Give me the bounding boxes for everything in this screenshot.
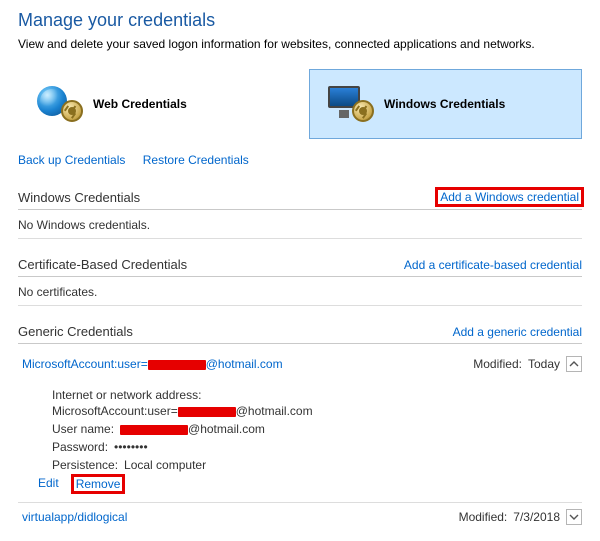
backup-credentials-link[interactable]: Back up Credentials: [18, 153, 125, 167]
msa-name-suffix: @hotmail.com: [206, 357, 283, 371]
redacted-text: [178, 407, 236, 417]
credential-details-msa: Internet or network address: MicrosoftAc…: [18, 378, 582, 503]
add-generic-credential-link[interactable]: Add a generic credential: [453, 325, 582, 339]
cert-empty-message: No certificates.: [18, 277, 582, 306]
globe-vault-icon: [35, 86, 83, 122]
addr-suffix: @hotmail.com: [236, 404, 313, 418]
persistence-value: Local computer: [124, 458, 206, 472]
collapse-button[interactable]: [566, 356, 582, 372]
add-cert-credential-link[interactable]: Add a certificate-based credential: [404, 258, 582, 272]
credential-name-msa[interactable]: MicrosoftAccount:user= @hotmail.com: [22, 357, 283, 371]
add-windows-credential-link[interactable]: Add a Windows credential: [437, 189, 582, 205]
credential-name-virtualapp[interactable]: virtualapp/didlogical: [22, 510, 127, 524]
credential-modified-virtualapp: Modified: 7/3/2018: [459, 509, 582, 525]
msa-name-prefix: MicrosoftAccount:user=: [22, 357, 148, 371]
modified-value: Today: [528, 357, 560, 371]
generic-section-header: Generic Credentials Add a generic creden…: [18, 324, 582, 344]
password-label: Password:: [52, 440, 108, 454]
addr-value: MicrosoftAccount:user= @hotmail.com: [52, 404, 313, 418]
username-value: @hotmail.com: [120, 422, 265, 436]
redacted-text: [148, 360, 206, 370]
remove-credential-link[interactable]: Remove: [73, 476, 124, 492]
persistence-label: Persistence:: [52, 458, 118, 472]
windows-section-header: Windows Credentials Add a Windows creden…: [18, 189, 582, 210]
windows-credentials-label: Windows Credentials: [384, 97, 505, 111]
cert-section-header: Certificate-Based Credentials Add a cert…: [18, 257, 582, 277]
addr-label: Internet or network address:: [52, 388, 201, 402]
page-title: Manage your credentials: [18, 10, 582, 31]
expand-button[interactable]: [566, 509, 582, 525]
cert-section-title: Certificate-Based Credentials: [18, 257, 187, 272]
user-suffix: @hotmail.com: [188, 422, 265, 436]
modified-label: Modified:: [459, 510, 508, 524]
chevron-down-icon: [569, 512, 579, 522]
credential-entry-virtualapp[interactable]: virtualapp/didlogical Modified: 7/3/2018: [18, 503, 582, 531]
password-value: ••••••••: [114, 440, 148, 454]
backup-restore-links: Back up Credentials Restore Credentials: [18, 153, 582, 167]
edit-credential-link[interactable]: Edit: [38, 476, 59, 492]
redacted-text: [120, 425, 188, 435]
credential-entry-msa[interactable]: MicrosoftAccount:user= @hotmail.com Modif…: [18, 350, 582, 378]
chevron-up-icon: [569, 359, 579, 369]
credential-modified-msa: Modified: Today: [473, 356, 582, 372]
modified-value: 7/3/2018: [513, 510, 560, 524]
username-label: User name:: [52, 422, 114, 436]
addr-prefix: MicrosoftAccount:user=: [52, 404, 178, 418]
windows-section-title: Windows Credentials: [18, 190, 140, 205]
modified-label: Modified:: [473, 357, 522, 371]
windows-empty-message: No Windows credentials.: [18, 210, 582, 239]
generic-section-title: Generic Credentials: [18, 324, 133, 339]
web-credentials-tile[interactable]: Web Credentials: [18, 69, 291, 139]
web-credentials-label: Web Credentials: [93, 97, 187, 111]
page-subtitle: View and delete your saved logon informa…: [18, 37, 582, 51]
credential-type-tiles: Web Credentials Windows Credentials: [18, 69, 582, 139]
credential-actions: Edit Remove: [38, 476, 582, 492]
monitor-vault-icon: [326, 86, 374, 122]
restore-credentials-link[interactable]: Restore Credentials: [143, 153, 249, 167]
windows-credentials-tile[interactable]: Windows Credentials: [309, 69, 582, 139]
